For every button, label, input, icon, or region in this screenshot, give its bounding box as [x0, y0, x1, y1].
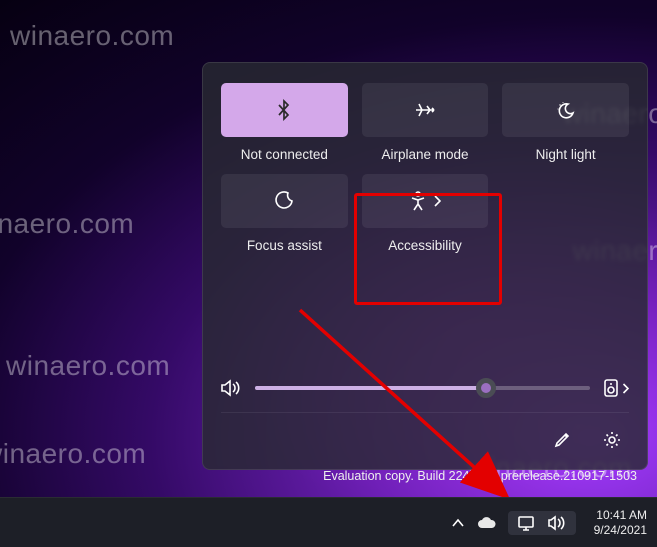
system-tray: 10:41 AM 9/24/2021 — [452, 508, 647, 538]
taskbar: 10:41 AM 9/24/2021 — [0, 497, 657, 547]
accessibility-icon — [409, 191, 427, 211]
volume-slider[interactable] — [255, 386, 590, 390]
volume-row — [221, 378, 629, 398]
volume-tray-icon — [548, 515, 566, 531]
clock-date: 9/24/2021 — [594, 523, 647, 538]
nightlight-button[interactable] — [502, 83, 629, 137]
tile-focusassist: Focus assist — [221, 174, 348, 253]
tile-nightlight: Night light — [502, 83, 629, 162]
focusassist-icon — [274, 191, 294, 211]
focusassist-label: Focus assist — [247, 238, 322, 253]
nightlight-icon — [555, 101, 577, 119]
pencil-icon — [553, 431, 571, 449]
evaluation-copy-text: Evaluation copy. Build 22463rs_prereleas… — [323, 469, 637, 483]
edit-button[interactable] — [545, 423, 579, 457]
airplane-label: Airplane mode — [381, 147, 468, 162]
tile-bluetooth: Not connected — [221, 83, 348, 162]
panel-footer — [221, 412, 629, 457]
quick-settings-tiles: Not connected Airplane mode Night light — [221, 83, 629, 253]
volume-icon[interactable] — [221, 378, 241, 398]
taskbar-clock[interactable]: 10:41 AM 9/24/2021 — [594, 508, 647, 538]
accessibility-label: Accessibility — [388, 238, 462, 253]
clock-time: 10:41 AM — [596, 508, 647, 523]
network-icon — [518, 515, 536, 531]
airplane-button[interactable] — [362, 83, 489, 137]
onedrive-icon[interactable] — [476, 516, 496, 530]
bluetooth-icon — [275, 99, 293, 121]
nightlight-label: Night light — [536, 147, 596, 162]
tile-accessibility: Accessibility — [362, 174, 489, 253]
focusassist-button[interactable] — [221, 174, 348, 228]
audio-output-button[interactable] — [604, 378, 629, 398]
gear-icon — [603, 431, 621, 449]
accessibility-button[interactable] — [362, 174, 489, 228]
airplane-icon — [414, 101, 436, 119]
chevron-right-icon — [433, 195, 441, 207]
settings-button[interactable] — [595, 423, 629, 457]
tile-airplane: Airplane mode — [362, 83, 489, 162]
bluetooth-button[interactable] — [221, 83, 348, 137]
bluetooth-label: Not connected — [241, 147, 328, 162]
quick-settings-panel: Not connected Airplane mode Night light — [202, 62, 648, 470]
tray-overflow-button[interactable] — [452, 518, 464, 528]
quick-settings-tray-button[interactable] — [508, 511, 576, 535]
